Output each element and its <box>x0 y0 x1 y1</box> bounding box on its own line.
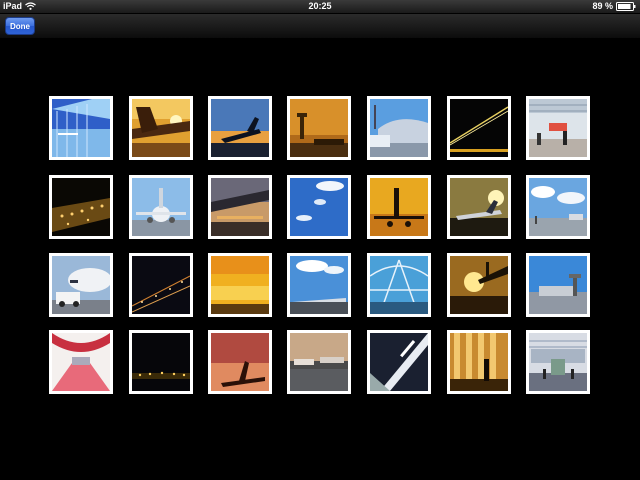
photo-thumbnail[interactable] <box>447 175 511 239</box>
photo-image <box>211 178 269 236</box>
photo-image <box>52 99 110 157</box>
photo-thumbnail[interactable] <box>208 96 272 160</box>
photo-image <box>132 99 190 157</box>
photo-thumbnail[interactable] <box>287 175 351 239</box>
photo-thumbnail[interactable] <box>367 330 431 394</box>
photo-image <box>132 256 190 314</box>
photo-thumbnail[interactable] <box>49 253 113 317</box>
photo-image <box>211 256 269 314</box>
photo-thumbnail[interactable] <box>287 96 351 160</box>
photo-thumbnail[interactable] <box>129 253 193 317</box>
photo-image <box>290 333 348 391</box>
photo-image <box>370 333 428 391</box>
photo-thumbnail[interactable] <box>526 330 590 394</box>
photo-thumbnail[interactable] <box>447 96 511 160</box>
photo-thumbnail[interactable] <box>526 253 590 317</box>
photo-thumbnail[interactable] <box>208 175 272 239</box>
photo-thumbnail[interactable] <box>447 253 511 317</box>
photo-image <box>529 178 587 236</box>
photo-grid <box>0 0 640 480</box>
photo-thumbnail[interactable] <box>447 330 511 394</box>
photo-image <box>450 178 508 236</box>
photo-image <box>52 178 110 236</box>
photo-thumbnail[interactable] <box>367 96 431 160</box>
photo-thumbnail[interactable] <box>287 253 351 317</box>
photo-thumbnail[interactable] <box>129 96 193 160</box>
photo-image <box>132 333 190 391</box>
photo-image <box>529 256 587 314</box>
photo-image <box>529 99 587 157</box>
photo-image <box>450 256 508 314</box>
photo-image <box>370 99 428 157</box>
photo-image <box>132 178 190 236</box>
photo-thumbnail[interactable] <box>208 253 272 317</box>
photo-image <box>52 333 110 391</box>
photo-thumbnail[interactable] <box>129 175 193 239</box>
photo-thumbnail[interactable] <box>287 330 351 394</box>
photo-thumbnail[interactable] <box>49 96 113 160</box>
photo-thumbnail[interactable] <box>526 175 590 239</box>
photo-thumbnail[interactable] <box>129 330 193 394</box>
photo-thumbnail[interactable] <box>367 175 431 239</box>
photo-thumbnail[interactable] <box>208 330 272 394</box>
photo-image <box>450 99 508 157</box>
photo-image <box>370 178 428 236</box>
photo-image <box>290 99 348 157</box>
photo-image <box>529 333 587 391</box>
photo-image <box>290 256 348 314</box>
photo-image <box>211 333 269 391</box>
photo-image <box>211 99 269 157</box>
photo-thumbnail[interactable] <box>49 175 113 239</box>
photo-thumbnail[interactable] <box>49 330 113 394</box>
photo-image <box>52 256 110 314</box>
photo-image <box>290 178 348 236</box>
photo-image <box>450 333 508 391</box>
photo-thumbnail[interactable] <box>367 253 431 317</box>
photo-image <box>370 256 428 314</box>
photo-thumbnail[interactable] <box>526 96 590 160</box>
